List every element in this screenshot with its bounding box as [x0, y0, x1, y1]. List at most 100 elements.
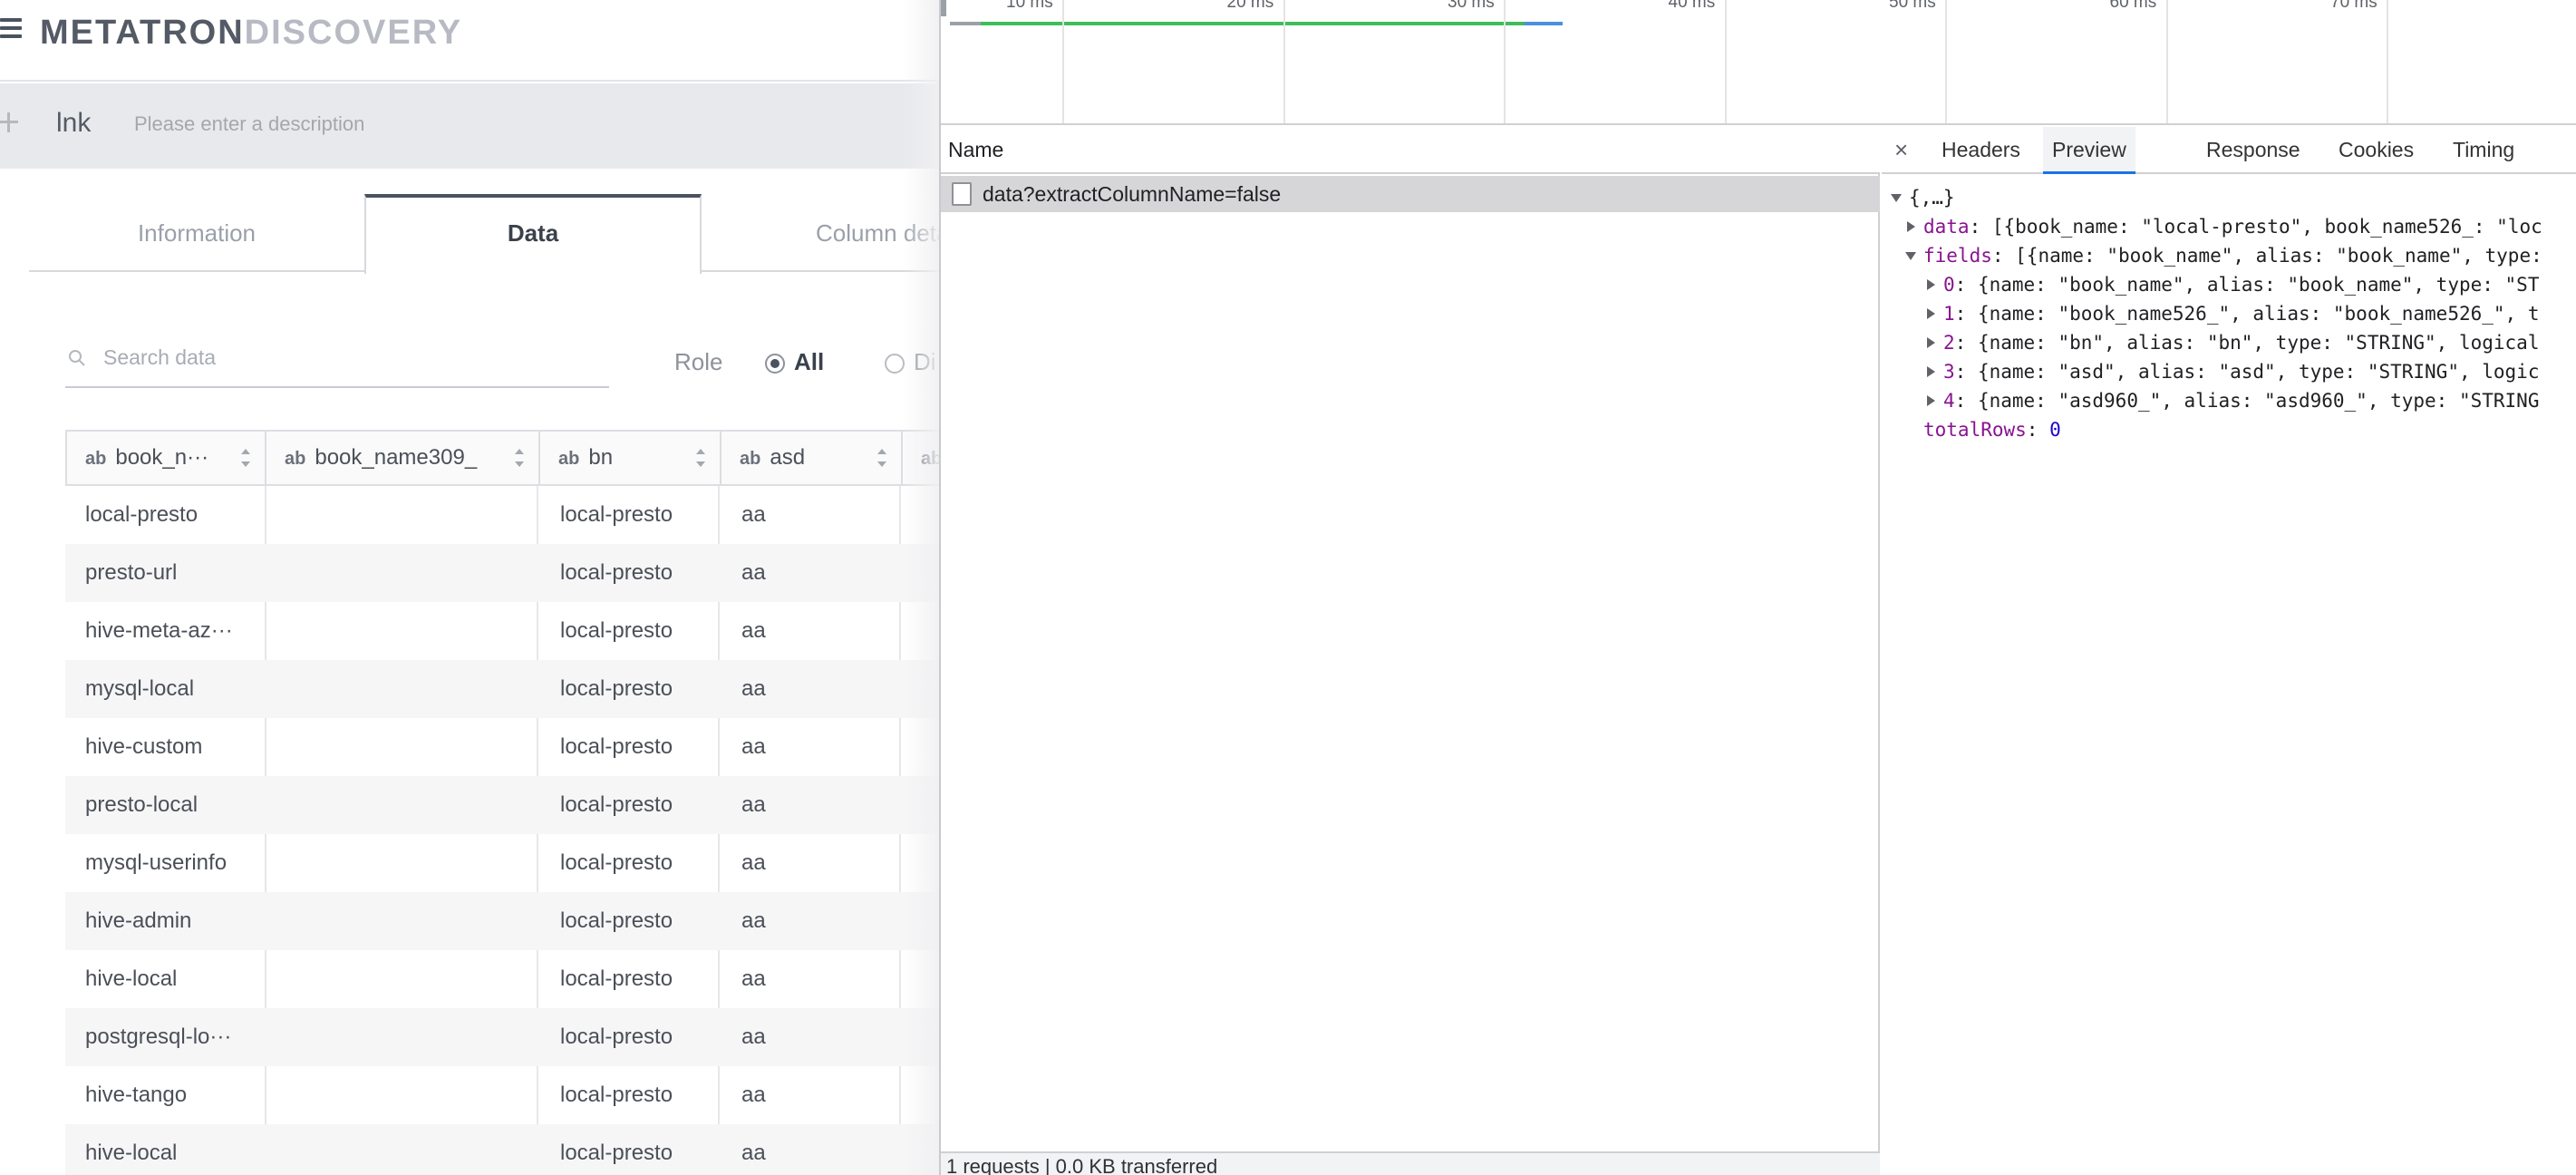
table-row[interactable]: hive-local local-presto aa	[65, 950, 939, 1008]
json-root[interactable]: {,…}	[1882, 183, 2576, 212]
search-input[interactable]	[103, 341, 593, 374]
back-arrow-icon[interactable]	[0, 109, 20, 136]
json-value: {name: "book_name", alias: "book_name", …	[1977, 274, 2540, 296]
table-row[interactable]: hive-custom local-presto aa	[65, 718, 939, 776]
column-header-label: asd	[770, 445, 806, 470]
sort-icon[interactable]	[513, 449, 524, 467]
expanded-triangle-icon[interactable]	[1905, 252, 1916, 260]
table-cell: aa	[741, 850, 766, 875]
table-cell	[265, 1124, 537, 1175]
role-radio-dimension[interactable]	[885, 354, 905, 374]
column-header-asd[interactable]: ab asd	[721, 432, 903, 484]
app-logo[interactable]: METATRONDISCOVERY	[40, 11, 462, 54]
table-row[interactable]: hive-local local-presto aa	[65, 1124, 939, 1175]
table-cell	[265, 1066, 537, 1124]
table-row[interactable]: hive-meta-az··· local-presto aa	[65, 602, 939, 660]
sort-icon[interactable]	[694, 449, 705, 467]
tab-information[interactable]: Information	[29, 194, 364, 272]
table-cell	[265, 602, 537, 660]
sort-icon[interactable]	[239, 449, 250, 467]
column-header-label: bn	[588, 445, 614, 470]
sort-icon[interactable]	[876, 449, 886, 467]
column-header-book-name[interactable]: ab book_n···	[67, 432, 266, 484]
json-field-node[interactable]: 1: {name: "book_name526_", alias: "book_…	[1882, 299, 2576, 328]
table-cell	[265, 544, 537, 602]
name-column-header[interactable]: Name	[941, 127, 1880, 174]
role-radio-all-label[interactable]: All	[794, 348, 824, 376]
table-row[interactable]: presto-local local-presto aa	[65, 776, 939, 834]
close-icon[interactable]: ×	[1894, 136, 1908, 163]
json-key: 1	[1943, 303, 1955, 325]
json-value: {name: "book_name526_", alias: "book_nam…	[1977, 303, 2540, 325]
table-cell: aa	[741, 966, 766, 991]
table-cell	[265, 718, 537, 776]
json-value: {name: "asd960_", alias: "asd960_", type…	[1977, 390, 2540, 412]
timeline-bar-queue	[950, 22, 981, 25]
datasource-name[interactable]: lnk	[56, 107, 91, 140]
column-header-bn[interactable]: ab bn	[540, 432, 721, 484]
json-key: 2	[1943, 332, 1955, 354]
table-cell: presto-url	[85, 560, 178, 585]
description-placeholder[interactable]: Please enter a description	[134, 112, 364, 136]
hamburger-menu-icon[interactable]	[0, 18, 22, 44]
json-field-node[interactable]: 4: {name: "asd960_", alias: "asd960_", t…	[1882, 386, 2576, 415]
table-cell: local-presto	[560, 1083, 673, 1107]
table-cell: presto-local	[85, 792, 199, 817]
table-row[interactable]: hive-admin local-presto aa	[65, 892, 939, 950]
expanded-triangle-icon[interactable]	[1891, 194, 1902, 202]
timeline-gridline	[2165, 0, 2168, 123]
search-box	[65, 337, 609, 388]
tab-data[interactable]: Data	[364, 194, 702, 274]
string-type-icon: ab	[558, 449, 580, 469]
table-row[interactable]: mysql-local local-presto aa	[65, 660, 939, 718]
tab-timing[interactable]: Timing	[2453, 127, 2514, 172]
table-row[interactable]: presto-url local-presto aa	[65, 544, 939, 602]
top-bar: METATRONDISCOVERY	[0, 0, 939, 82]
role-label: Role	[674, 348, 723, 375]
column-header-book-name309[interactable]: ab book_name309_	[266, 432, 540, 484]
tab-response[interactable]: Response	[2206, 127, 2300, 172]
tab-preview[interactable]: Preview	[2043, 127, 2135, 174]
table-cell	[265, 776, 537, 834]
timeline-bar-download	[1525, 22, 1563, 25]
request-list-pane: Name data?extractColumnName=false 1 requ…	[941, 127, 1880, 1175]
request-row[interactable]: data?extractColumnName=false	[941, 176, 1880, 212]
grid-header: abbook_n··· abbook_name309_ abbn abasd a…	[65, 430, 939, 486]
table-row[interactable]: hive-tango local-presto aa	[65, 1066, 939, 1124]
json-value: {name: "asd", alias: "asd", type: "STRIN…	[1977, 361, 2540, 383]
table-cell: aa	[741, 734, 766, 759]
json-key: data	[1923, 216, 1970, 238]
collapsed-triangle-icon[interactable]	[1927, 395, 1935, 406]
timeline-tick-label: 60 ms	[2109, 0, 2157, 12]
table-cell: aa	[741, 676, 766, 701]
tab-cookies[interactable]: Cookies	[2339, 127, 2414, 172]
collapsed-triangle-icon[interactable]	[1907, 221, 1915, 232]
table-cell: aa	[741, 908, 766, 933]
collapsed-triangle-icon[interactable]	[1927, 366, 1935, 377]
json-fields-node[interactable]: fields: [{name: "book_name", alias: "boo…	[1882, 241, 2576, 270]
json-field-node[interactable]: 2: {name: "bn", alias: "bn", type: "STRI…	[1882, 328, 2576, 357]
role-radio-all[interactable]	[765, 354, 785, 374]
timeline-gridline	[2387, 0, 2388, 123]
table-row[interactable]: mysql-userinfo local-presto aa	[65, 834, 939, 892]
table-cell	[265, 834, 537, 892]
collapsed-triangle-icon[interactable]	[1927, 337, 1935, 348]
table-row[interactable]: local-presto local-presto aa	[65, 486, 939, 544]
json-field-node[interactable]: 3: {name: "asd", alias: "asd", type: "ST…	[1882, 357, 2576, 386]
table-cell: hive-custom	[85, 734, 203, 759]
json-field-node[interactable]: 0: {name: "book_name", alias: "book_name…	[1882, 270, 2576, 299]
timeline-gridline	[1724, 0, 1727, 123]
table-cell: local-presto	[560, 734, 673, 759]
tab-headers[interactable]: Headers	[1942, 127, 2020, 172]
metatron-app: METATRONDISCOVERY lnk Please enter a des…	[0, 0, 939, 1175]
json-key: 4	[1943, 390, 1955, 412]
table-cell: mysql-local	[85, 676, 195, 701]
json-data-node[interactable]: data: [{book_name: "local-presto", book_…	[1882, 212, 2576, 241]
table-row[interactable]: postgresql-lo··· local-presto aa	[65, 1008, 939, 1066]
network-timeline[interactable]: 10 ms 20 ms 30 ms 40 ms 50 ms 60 ms 70 ms	[941, 0, 2576, 125]
network-status-bar: 1 requests | 0.0 KB transferred	[941, 1151, 1880, 1175]
collapsed-triangle-icon[interactable]	[1927, 279, 1935, 290]
collapsed-triangle-icon[interactable]	[1927, 308, 1935, 319]
json-fields-children: 0: {name: "book_name", alias: "book_name…	[1882, 270, 2576, 415]
panel-shadow	[903, 0, 939, 1175]
